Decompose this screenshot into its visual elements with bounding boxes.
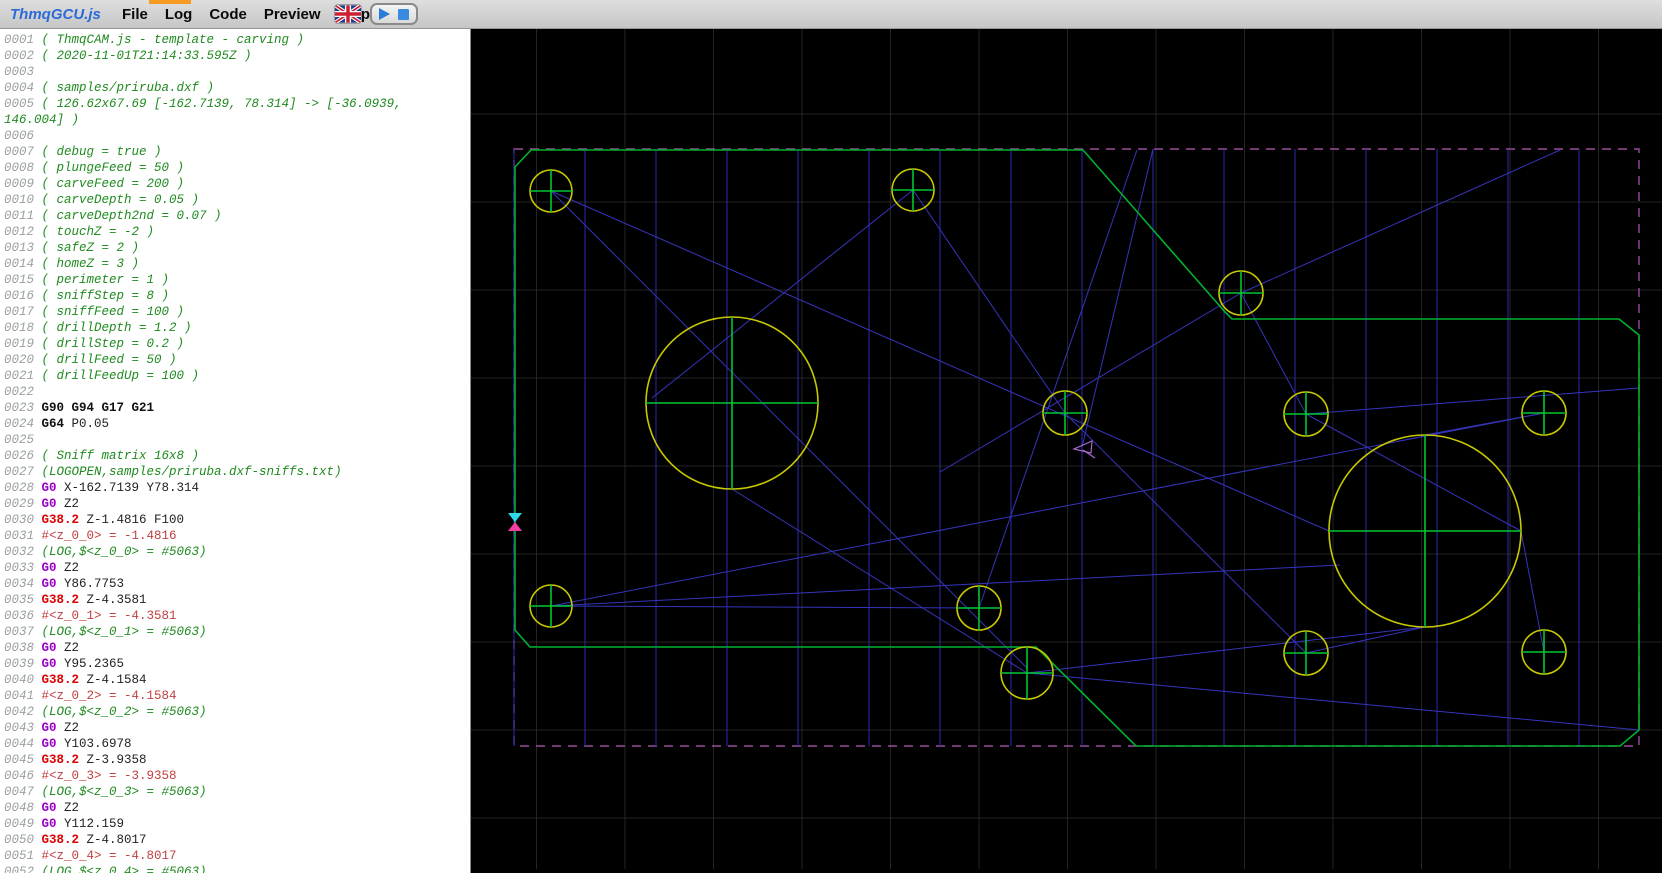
- log-line: 0045 G38.2 Z-3.9358: [4, 753, 147, 767]
- log-line: 0027 (LOGOPEN,samples/priruba.dxf-sniffs…: [4, 465, 342, 479]
- log-line: 0010 ( carveDepth = 0.05 ): [4, 193, 200, 207]
- log-line: 0030 G38.2 Z-1.4816 F100: [4, 513, 185, 527]
- log-line: 0015 ( perimeter = 1 ): [4, 273, 170, 287]
- log-line: 0031 #<z_0_0> = -1.4816: [4, 529, 177, 543]
- gcode-log-panel[interactable]: 0001 ( ThmqCAM.js - template - carving )…: [0, 28, 471, 873]
- log-line: 0047 (LOG,$<z_0_3> = #5063): [4, 785, 207, 799]
- play-icon[interactable]: [379, 8, 391, 20]
- menu-item-code[interactable]: Code: [209, 6, 247, 23]
- log-line: 0028 G0 X-162.7139 Y78.314: [4, 481, 200, 495]
- log-line: 0004 ( samples/priruba.dxf ): [4, 81, 215, 95]
- log-line: 0026 ( Sniff matrix 16x8 ): [4, 449, 200, 463]
- log-line: 0048 G0 Z2: [4, 801, 80, 815]
- log-line: 0001 ( ThmqCAM.js - template - carving ): [4, 33, 305, 47]
- log-line: 0016 ( sniffStep = 8 ): [4, 289, 170, 303]
- log-line: 0006: [4, 129, 42, 143]
- grid-lines: [471, 28, 1662, 869]
- app-title: ThmqGCU.js: [10, 5, 101, 23]
- log-line: 0023 G90 G94 G17 G21: [4, 401, 155, 415]
- log-line: 0050 G38.2 Z-4.8017: [4, 833, 147, 847]
- log-line: 0035 G38.2 Z-4.3581: [4, 593, 147, 607]
- log-line: 0022: [4, 385, 42, 399]
- log-line: 0034 G0 Y86.7753: [4, 577, 125, 591]
- log-line: 0040 G38.2 Z-4.1584: [4, 673, 147, 687]
- stop-icon[interactable]: [397, 8, 409, 20]
- toolpath-canvas[interactable]: [471, 28, 1662, 869]
- tool-position-marker: [508, 513, 522, 531]
- log-line: 0007 ( debug = true ): [4, 145, 162, 159]
- log-line: 0042 (LOG,$<z_0_2> = #5063): [4, 705, 207, 719]
- log-line: 0018 ( drillDepth = 1.2 ): [4, 321, 192, 335]
- log-line: 0033 G0 Z2: [4, 561, 80, 575]
- log-line: 0032 (LOG,$<z_0_0> = #5063): [4, 545, 207, 559]
- log-line: 0049 G0 Y112.159: [4, 817, 125, 831]
- log-line: 0020 ( drillFeed = 50 ): [4, 353, 177, 367]
- run-controls: [370, 3, 418, 25]
- log-line: 0013 ( safeZ = 2 ): [4, 241, 140, 255]
- log-line: 146.004] ): [4, 113, 80, 127]
- log-line: 0002 ( 2020-11-01T21:14:33.595Z ): [4, 49, 252, 63]
- log-line: 0036 #<z_0_1> = -4.3581: [4, 609, 177, 623]
- log-line: 0025: [4, 433, 42, 447]
- menu-item-preview[interactable]: Preview: [264, 6, 321, 23]
- mouse-cursor-icon: [1072, 440, 1096, 459]
- log-line: 0005 ( 126.62x67.69 [-162.7139, 78.314] …: [4, 97, 402, 111]
- menu-item-log[interactable]: Log: [165, 6, 193, 23]
- log-line: 0041 #<z_0_2> = -4.1584: [4, 689, 177, 703]
- log-line: 0019 ( drillStep = 0.2 ): [4, 337, 185, 351]
- log-line: 0021 ( drillFeedUp = 100 ): [4, 369, 200, 383]
- uk-flag-icon[interactable]: [335, 5, 361, 23]
- log-line: 0037 (LOG,$<z_0_1> = #5063): [4, 625, 207, 639]
- active-tab-indicator: [149, 0, 191, 4]
- log-line: 0009 ( carveFeed = 200 ): [4, 177, 185, 191]
- log-line: 0051 #<z_0_4> = -4.8017: [4, 849, 177, 863]
- drill-holes: [529, 168, 1567, 700]
- log-line: 0029 G0 Z2: [4, 497, 80, 511]
- log-line: 0046 #<z_0_3> = -3.9358: [4, 769, 177, 783]
- log-line: 0043 G0 Z2: [4, 721, 80, 735]
- log-line: 0044 G0 Y103.6978: [4, 737, 132, 751]
- log-line: 0011 ( carveDepth2nd = 0.07 ): [4, 209, 222, 223]
- menu-bar: ThmqGCU.js File Log Code Preview Help: [0, 0, 1662, 29]
- log-line: 0038 G0 Z2: [4, 641, 80, 655]
- log-line: 0024 G64 P0.05: [4, 417, 110, 431]
- log-line: 0014 ( homeZ = 3 ): [4, 257, 140, 271]
- log-line: 0012 ( touchZ = -2 ): [4, 225, 155, 239]
- log-line: 0017 ( sniffFeed = 100 ): [4, 305, 185, 319]
- rapid-move-lines: [550, 148, 1640, 731]
- log-line: 0003: [4, 65, 42, 79]
- menu-items: File Log Code Preview Help: [105, 6, 370, 23]
- log-line: 0039 G0 Y95.2365: [4, 657, 125, 671]
- menu-item-file[interactable]: File: [122, 6, 148, 23]
- log-line: 0008 ( plungeFeed = 50 ): [4, 161, 185, 175]
